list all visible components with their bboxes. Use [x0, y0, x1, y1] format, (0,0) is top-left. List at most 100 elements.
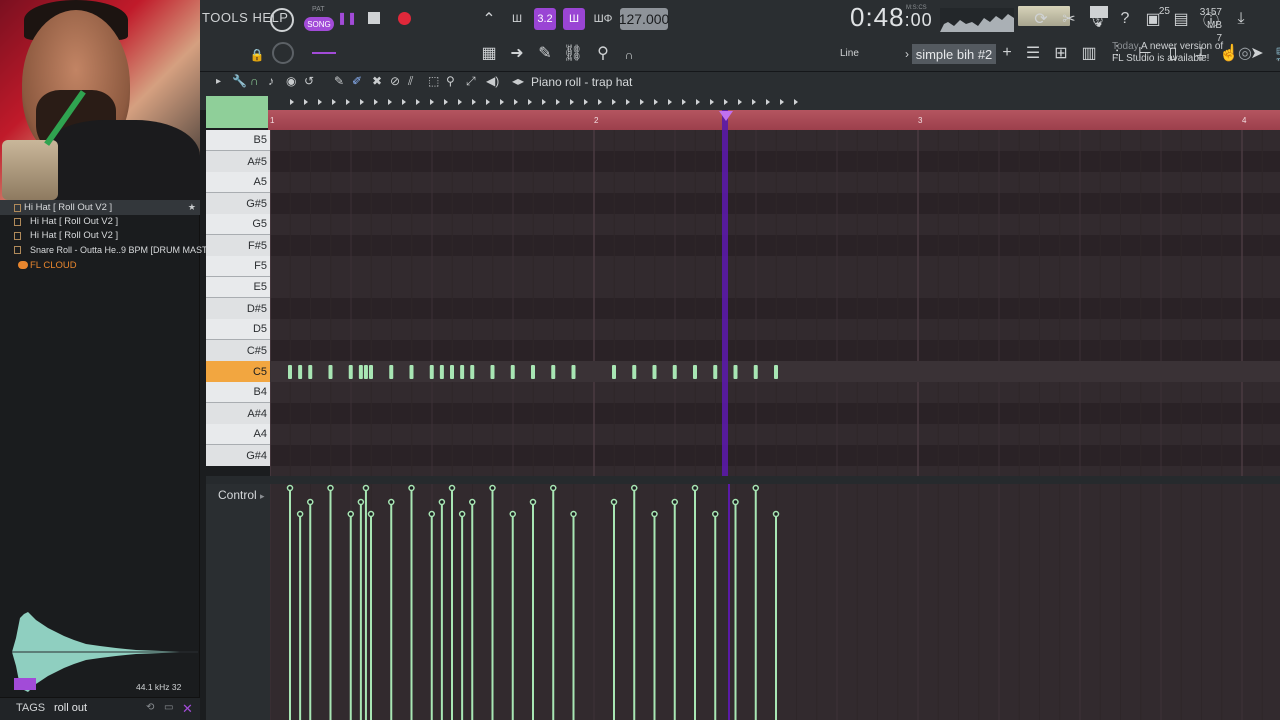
fl-cloud-item[interactable]: FL CLOUD — [0, 258, 200, 273]
key-e5[interactable]: E5 — [206, 277, 270, 298]
velocity-lane[interactable] — [270, 484, 1280, 720]
key-f5[interactable]: F5 — [206, 256, 270, 277]
mixer-icon[interactable]: ⊞ — [1050, 42, 1072, 64]
playlist-icon[interactable]: ☰ — [1022, 42, 1044, 64]
browser-item[interactable]: Hi Hat [ Roll Out V2 ] — [0, 228, 200, 243]
master-volume-knob[interactable] — [270, 8, 294, 32]
undo-icon[interactable]: ↺ — [304, 74, 314, 88]
zoom-area-icon[interactable]: ⤢ — [466, 74, 476, 89]
info-icon[interactable]: ⓘ — [1200, 8, 1222, 30]
star-icon[interactable]: ★ — [188, 202, 196, 213]
key-d5[interactable]: D5 — [206, 319, 270, 340]
render-icon[interactable]: ▤ — [1170, 8, 1192, 30]
save-icon[interactable]: ▣ — [1142, 8, 1164, 30]
link-icon[interactable]: ⛓ — [562, 42, 584, 64]
folder-icon[interactable]: ▭ — [164, 702, 173, 713]
step-button[interactable]: 3.2 — [534, 8, 556, 30]
key-fs5[interactable]: F#5 — [206, 235, 270, 256]
record-circle-icon[interactable]: ◉ — [286, 74, 296, 88]
preview-play-button[interactable] — [14, 678, 36, 690]
playhead[interactable] — [722, 110, 728, 478]
expand-icon[interactable]: ◂▸ — [512, 74, 524, 88]
time-marker-icon — [584, 99, 588, 105]
paint-brush-icon[interactable]: ✐ — [352, 74, 362, 88]
velocity-canvas[interactable] — [270, 484, 1280, 720]
refresh-icon[interactable]: ⟲ — [146, 702, 154, 713]
wait-input-icon[interactable]: Ш — [506, 8, 528, 30]
snap-select[interactable]: Line — [836, 44, 892, 62]
help-icon[interactable]: ? — [1114, 8, 1136, 30]
blend-notes-button[interactable]: Ш — [563, 8, 585, 30]
velocity-handle — [347, 510, 354, 518]
note — [632, 365, 637, 379]
key-cs5[interactable]: C#5 — [206, 340, 270, 361]
mute-icon[interactable]: ⊘ — [390, 74, 400, 88]
speaker-icon[interactable]: ◀) — [486, 74, 499, 88]
slice-icon[interactable]: ⫽ — [408, 74, 413, 89]
pat-song-toggle[interactable]: PAT SONG — [304, 6, 334, 32]
key-c5[interactable]: C5 — [206, 361, 270, 382]
close-icon[interactable]: ✕ — [182, 701, 193, 717]
draw-icon[interactable]: ✎ — [534, 42, 556, 64]
browser-item[interactable]: Hi Hat [ Roll Out V2 ] — [0, 214, 200, 229]
time-marker-icon — [346, 99, 350, 105]
pitch-slider[interactable] — [312, 52, 336, 54]
key-as4[interactable]: A#4 — [206, 403, 270, 424]
timeline-ruler[interactable]: 1 2 3 4 — [268, 110, 1280, 130]
key-gs4[interactable]: G#4 — [206, 445, 270, 466]
key-ds5[interactable]: D#5 — [206, 298, 270, 319]
download-icon[interactable]: ⤓ — [1230, 8, 1252, 30]
stamp-icon[interactable]: ⚲ — [592, 42, 614, 64]
time-marker-icon — [430, 99, 434, 105]
master-pitch-knob[interactable] — [272, 42, 294, 64]
cart-icon[interactable]: 🛒 — [1274, 42, 1280, 64]
arrow-right-icon[interactable]: ➜ — [506, 42, 528, 64]
piano-roll-icon[interactable]: ▦ — [478, 42, 500, 64]
time-marker-icon — [444, 99, 448, 105]
time-marker-icon — [654, 99, 658, 105]
note-grid-canvas[interactable] — [270, 130, 1280, 476]
time-marker-icon — [290, 99, 294, 105]
record-icon[interactable] — [398, 12, 411, 25]
cut-icon[interactable]: ✂ — [1058, 8, 1080, 30]
loop-record-icon[interactable]: ШΦ — [592, 8, 614, 30]
menu-arrow-icon[interactable]: ▸ — [216, 76, 221, 87]
key-gs5[interactable]: G#5 — [206, 193, 270, 214]
select-icon[interactable]: ⬚ — [428, 74, 439, 88]
pattern-selector[interactable]: simple bih #2 — [912, 44, 996, 64]
delete-icon[interactable]: ✖ — [372, 74, 382, 88]
key-b5[interactable]: B5 — [206, 130, 270, 151]
key-g5[interactable]: G5 — [206, 214, 270, 235]
add-pattern-icon[interactable]: + — [996, 42, 1018, 64]
zoom-icon[interactable]: ⚲ — [446, 74, 455, 88]
pencil-icon[interactable]: ✎ — [334, 74, 344, 88]
magnet-snap-icon[interactable]: ∩ — [250, 74, 259, 88]
control-label[interactable]: Control ▸ — [218, 488, 265, 502]
channel-rack-icon[interactable]: ▥ — [1078, 42, 1100, 64]
tags-search-input[interactable]: roll out — [54, 702, 87, 714]
metronome-icon[interactable]: ⌃ — [478, 8, 500, 30]
key-as5[interactable]: A#5 — [206, 151, 270, 172]
wrench-icon[interactable]: 🔧 — [232, 74, 247, 88]
key-a4[interactable]: A4 — [206, 424, 270, 445]
stop-icon[interactable] — [368, 12, 380, 24]
note-icon[interactable]: ♪ — [268, 74, 274, 88]
lock-icon[interactable]: 🔒 — [246, 44, 268, 66]
pause-icon[interactable]: ❚❚ — [337, 10, 357, 26]
magnet-icon[interactable]: ∩ — [618, 44, 640, 66]
note — [733, 365, 738, 379]
undo-history-icon[interactable]: ⟳ — [1030, 8, 1052, 30]
tempo-display[interactable]: 127.000 — [619, 8, 669, 30]
browser-item-label: Snare Roll - Outta He..9 BPM [DRUM MASTE… — [30, 244, 229, 255]
globe-icon[interactable]: ◎ — [1234, 42, 1256, 64]
microphone-icon[interactable]: 🎙 — [1086, 8, 1108, 30]
velocity-handle — [732, 498, 739, 506]
key-a5[interactable]: A5 — [206, 172, 270, 193]
browser-item[interactable]: Snare Roll - Outta He..9 BPM [DRUM MASTE… — [0, 242, 228, 257]
browser-item[interactable]: Hi Hat [ Roll Out V2 ] ★ — [0, 200, 200, 215]
key-b4[interactable]: B4 — [206, 382, 270, 403]
news-panel[interactable]: Today A newer version of FL Studio is av… — [1112, 41, 1223, 65]
playhead-marker-icon[interactable] — [719, 111, 733, 121]
event-editor-divider[interactable] — [206, 476, 1280, 484]
note-grid[interactable] — [270, 130, 1280, 476]
